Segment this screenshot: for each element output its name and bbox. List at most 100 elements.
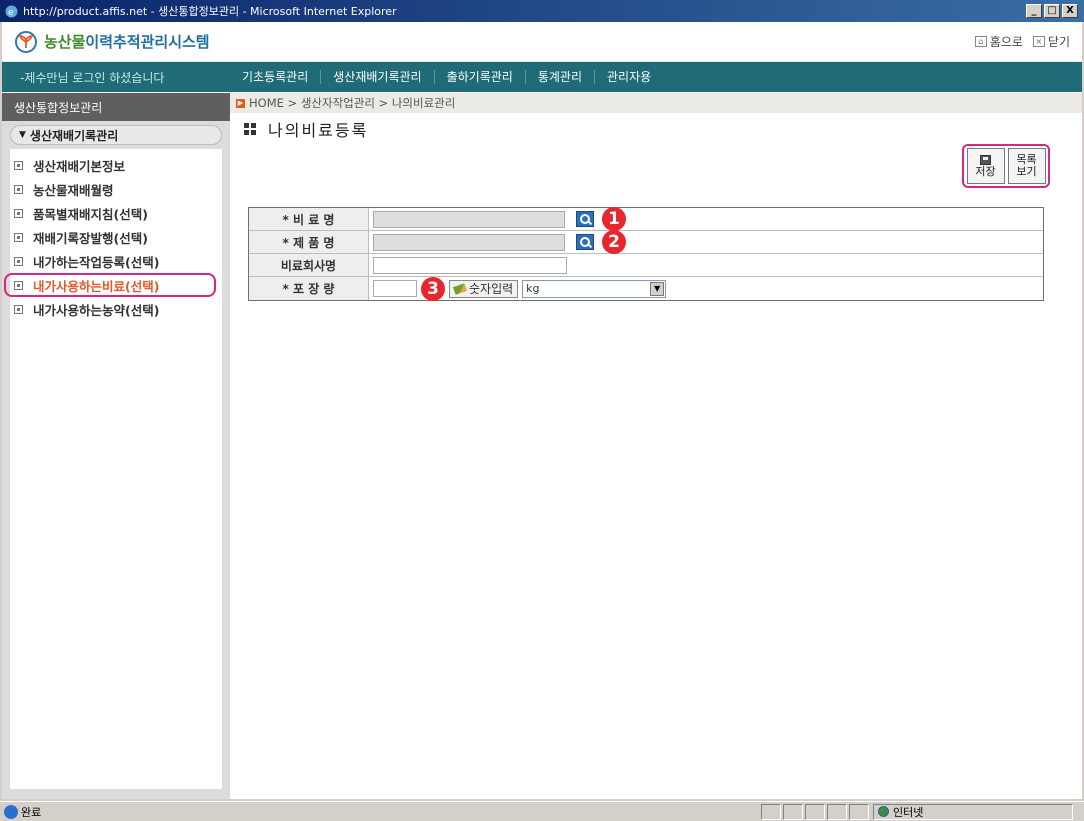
step-marker-2: 2 xyxy=(602,230,626,254)
sidebar: 생산통합정보관리 ▼ 생산재배기록관리 생산재배기본정보 농산물재배월령 품목별… xyxy=(2,93,230,799)
logo-text-prefix: 농산물 xyxy=(44,33,86,51)
bullet-icon xyxy=(14,184,23,194)
app-window: 농산물이력추적관리시스템 ⌂ 홈으로 × 닫기 -제수만님 로그인 하셨습니다 기초… xyxy=(2,22,1082,799)
window-titlebar: e http://product.affis.net - 생산통합정보관리 - … xyxy=(0,0,1084,22)
floppy-disk-icon xyxy=(980,154,991,165)
save-label: 저장 xyxy=(975,164,996,178)
numeric-input-label: 숫자입력 xyxy=(469,282,514,296)
fertilizer-name-field[interactable] xyxy=(373,210,565,228)
sidebar-item-label: 농산물재배월령 xyxy=(33,182,114,198)
package-label: * 포 장 량 xyxy=(249,277,369,300)
breadcrumb: ▶ HOME > 생산자작업관리 > 나의비료관리 xyxy=(230,93,1082,113)
sidebar-item-label: 재배기록장발행(선택) xyxy=(33,230,148,246)
action-button-group: 저장 목록 보기 xyxy=(962,144,1050,188)
close-link[interactable]: × 닫기 xyxy=(1032,33,1070,50)
page-header: 나의비료등록 xyxy=(230,113,1082,145)
bullet-icon xyxy=(14,208,23,218)
status-cell xyxy=(783,803,803,820)
internet-explorer-icon: e xyxy=(5,5,18,18)
form-row-fertilizer-name: * 비 료 명 1 xyxy=(249,207,1043,231)
close-label: 닫기 xyxy=(1047,35,1070,49)
system-logo[interactable]: 농산물이력추적관리시스템 xyxy=(44,31,210,52)
sidebar-item-label: 내가사용하는농약(선택) xyxy=(33,302,160,318)
sidebar-item-label: 내가하는작업등록(선택) xyxy=(33,254,160,270)
sidebar-item-my-tasks[interactable]: 내가하는작업등록(선택) xyxy=(10,249,222,273)
sidebar-item-record-book[interactable]: 재배기록장발행(선택) xyxy=(10,225,222,249)
logo-icon xyxy=(15,30,37,53)
grid-icon xyxy=(244,123,256,135)
status-cell xyxy=(761,803,781,820)
chevron-down-icon: ▼ xyxy=(19,130,26,140)
breadcrumb-text: HOME > 생산자작업관리 > 나의비료관리 xyxy=(249,96,456,110)
unit-select[interactable]: kg ▼ xyxy=(522,279,667,298)
menu-statistics[interactable]: 통계관리 xyxy=(524,70,594,84)
numeric-input-button[interactable]: 숫자입력 xyxy=(449,279,519,298)
dropdown-arrow-icon[interactable]: ▼ xyxy=(650,281,665,296)
home-link[interactable]: ⌂ 홈으로 xyxy=(974,33,1023,50)
form-row-product-name: * 제 품 명 2 xyxy=(249,230,1043,254)
package-amount-field[interactable] xyxy=(373,280,417,297)
status-cell xyxy=(849,803,869,820)
list-view-button[interactable]: 목록 보기 xyxy=(1007,148,1046,184)
company-label: 비료회사명 xyxy=(249,254,369,276)
home-label: 홈으로 xyxy=(989,35,1023,49)
menu-basic-registration[interactable]: 기초등록관리 xyxy=(230,70,320,84)
menu-cultivation-records[interactable]: 생산재배기록관리 xyxy=(320,70,433,84)
top-navigation: -제수만님 로그인 하셨습니다 기초등록관리 생산재배기록관리 출하기록관리 통… xyxy=(2,62,1082,92)
sidebar-item-label: 생산재배기본정보 xyxy=(33,158,126,174)
product-name-label: * 제 품 명 xyxy=(249,231,369,253)
window-title: http://product.affis.net - 생산통합정보관리 - Mi… xyxy=(23,5,397,18)
product-name-field[interactable] xyxy=(373,233,565,251)
maximize-button[interactable]: □ xyxy=(1044,4,1060,18)
sidebar-list: 생산재배기본정보 농산물재배월령 품목별재배지침(선택) 재배기록장발행(선택)… xyxy=(4,149,222,789)
bullet-icon xyxy=(14,280,23,290)
bullet-icon xyxy=(14,256,23,266)
sidebar-item-basic-info[interactable]: 생산재배기본정보 xyxy=(10,153,222,177)
bullet-icon xyxy=(14,304,23,314)
fertilizer-name-label: * 비 료 명 xyxy=(249,208,369,230)
globe-icon xyxy=(878,806,889,817)
close-icon: × xyxy=(1032,36,1045,47)
zone-text: 인터넷 xyxy=(893,805,924,819)
form-row-package: * 포 장 량 3 숫자입력 kg ▼ xyxy=(249,276,1043,301)
sidebar-item-my-fertilizers[interactable]: 내가사용하는비료(선택) xyxy=(4,273,216,297)
menu-shipment-records[interactable]: 출하기록관리 xyxy=(433,70,525,84)
fertilizer-form: * 비 료 명 1 * 제 품 명 2 비료회사명 * 포 장 량 3 숫자입력… xyxy=(248,207,1044,301)
menu-admin[interactable]: 관리자용 xyxy=(594,70,663,84)
status-cell xyxy=(805,803,825,820)
status-bar: 완료 인터넷 xyxy=(0,801,1084,821)
status-text: 완료 xyxy=(21,805,42,819)
breadcrumb-arrow-icon: ▶ xyxy=(236,98,245,108)
logo-text-suffix: 이력추적관리시스템 xyxy=(85,33,210,51)
list-label-line2: 보기 xyxy=(1016,165,1037,178)
page-status-icon xyxy=(4,804,18,819)
minimize-button[interactable]: _ xyxy=(1026,4,1042,18)
company-name-field[interactable] xyxy=(373,256,567,274)
sidebar-item-growth-months[interactable]: 농산물재배월령 xyxy=(10,177,222,201)
fertilizer-search-button[interactable] xyxy=(576,211,594,227)
form-row-company: 비료회사명 xyxy=(249,254,1043,277)
step-marker-3: 3 xyxy=(421,276,445,301)
sidebar-item-cultivation-guide[interactable]: 품목별재배지침(선택) xyxy=(10,201,222,225)
status-cell xyxy=(827,803,847,820)
sidebar-section-header[interactable]: ▼ 생산재배기록관리 xyxy=(10,125,222,145)
main-content: ▶ HOME > 생산자작업관리 > 나의비료관리 나의비료등록 저장 목록 보… xyxy=(230,93,1082,799)
page-title: 나의비료등록 xyxy=(268,121,369,140)
bullet-icon xyxy=(14,160,23,170)
pencil-icon xyxy=(452,282,468,295)
sidebar-item-label: 품목별재배지침(선택) xyxy=(33,206,148,222)
home-icon: ⌂ xyxy=(974,36,987,47)
save-button[interactable]: 저장 xyxy=(966,148,1005,184)
unit-selected-value: kg xyxy=(526,282,540,295)
step-marker-1: 1 xyxy=(602,207,626,231)
close-window-button[interactable]: X xyxy=(1062,4,1078,18)
bullet-icon xyxy=(14,232,23,242)
svg-text:e: e xyxy=(8,8,14,18)
sidebar-section-label: 생산재배기록관리 xyxy=(29,128,119,143)
sidebar-item-my-pesticides[interactable]: 내가사용하는농약(선택) xyxy=(10,297,222,321)
product-search-button[interactable] xyxy=(576,234,594,250)
sidebar-title: 생산통합정보관리 xyxy=(2,93,230,121)
login-message: -제수만님 로그인 하셨습니다 xyxy=(20,70,165,85)
app-header: 농산물이력추적관리시스템 ⌂ 홈으로 × 닫기 xyxy=(2,22,1082,62)
sidebar-item-label: 내가사용하는비료(선택) xyxy=(33,278,160,294)
